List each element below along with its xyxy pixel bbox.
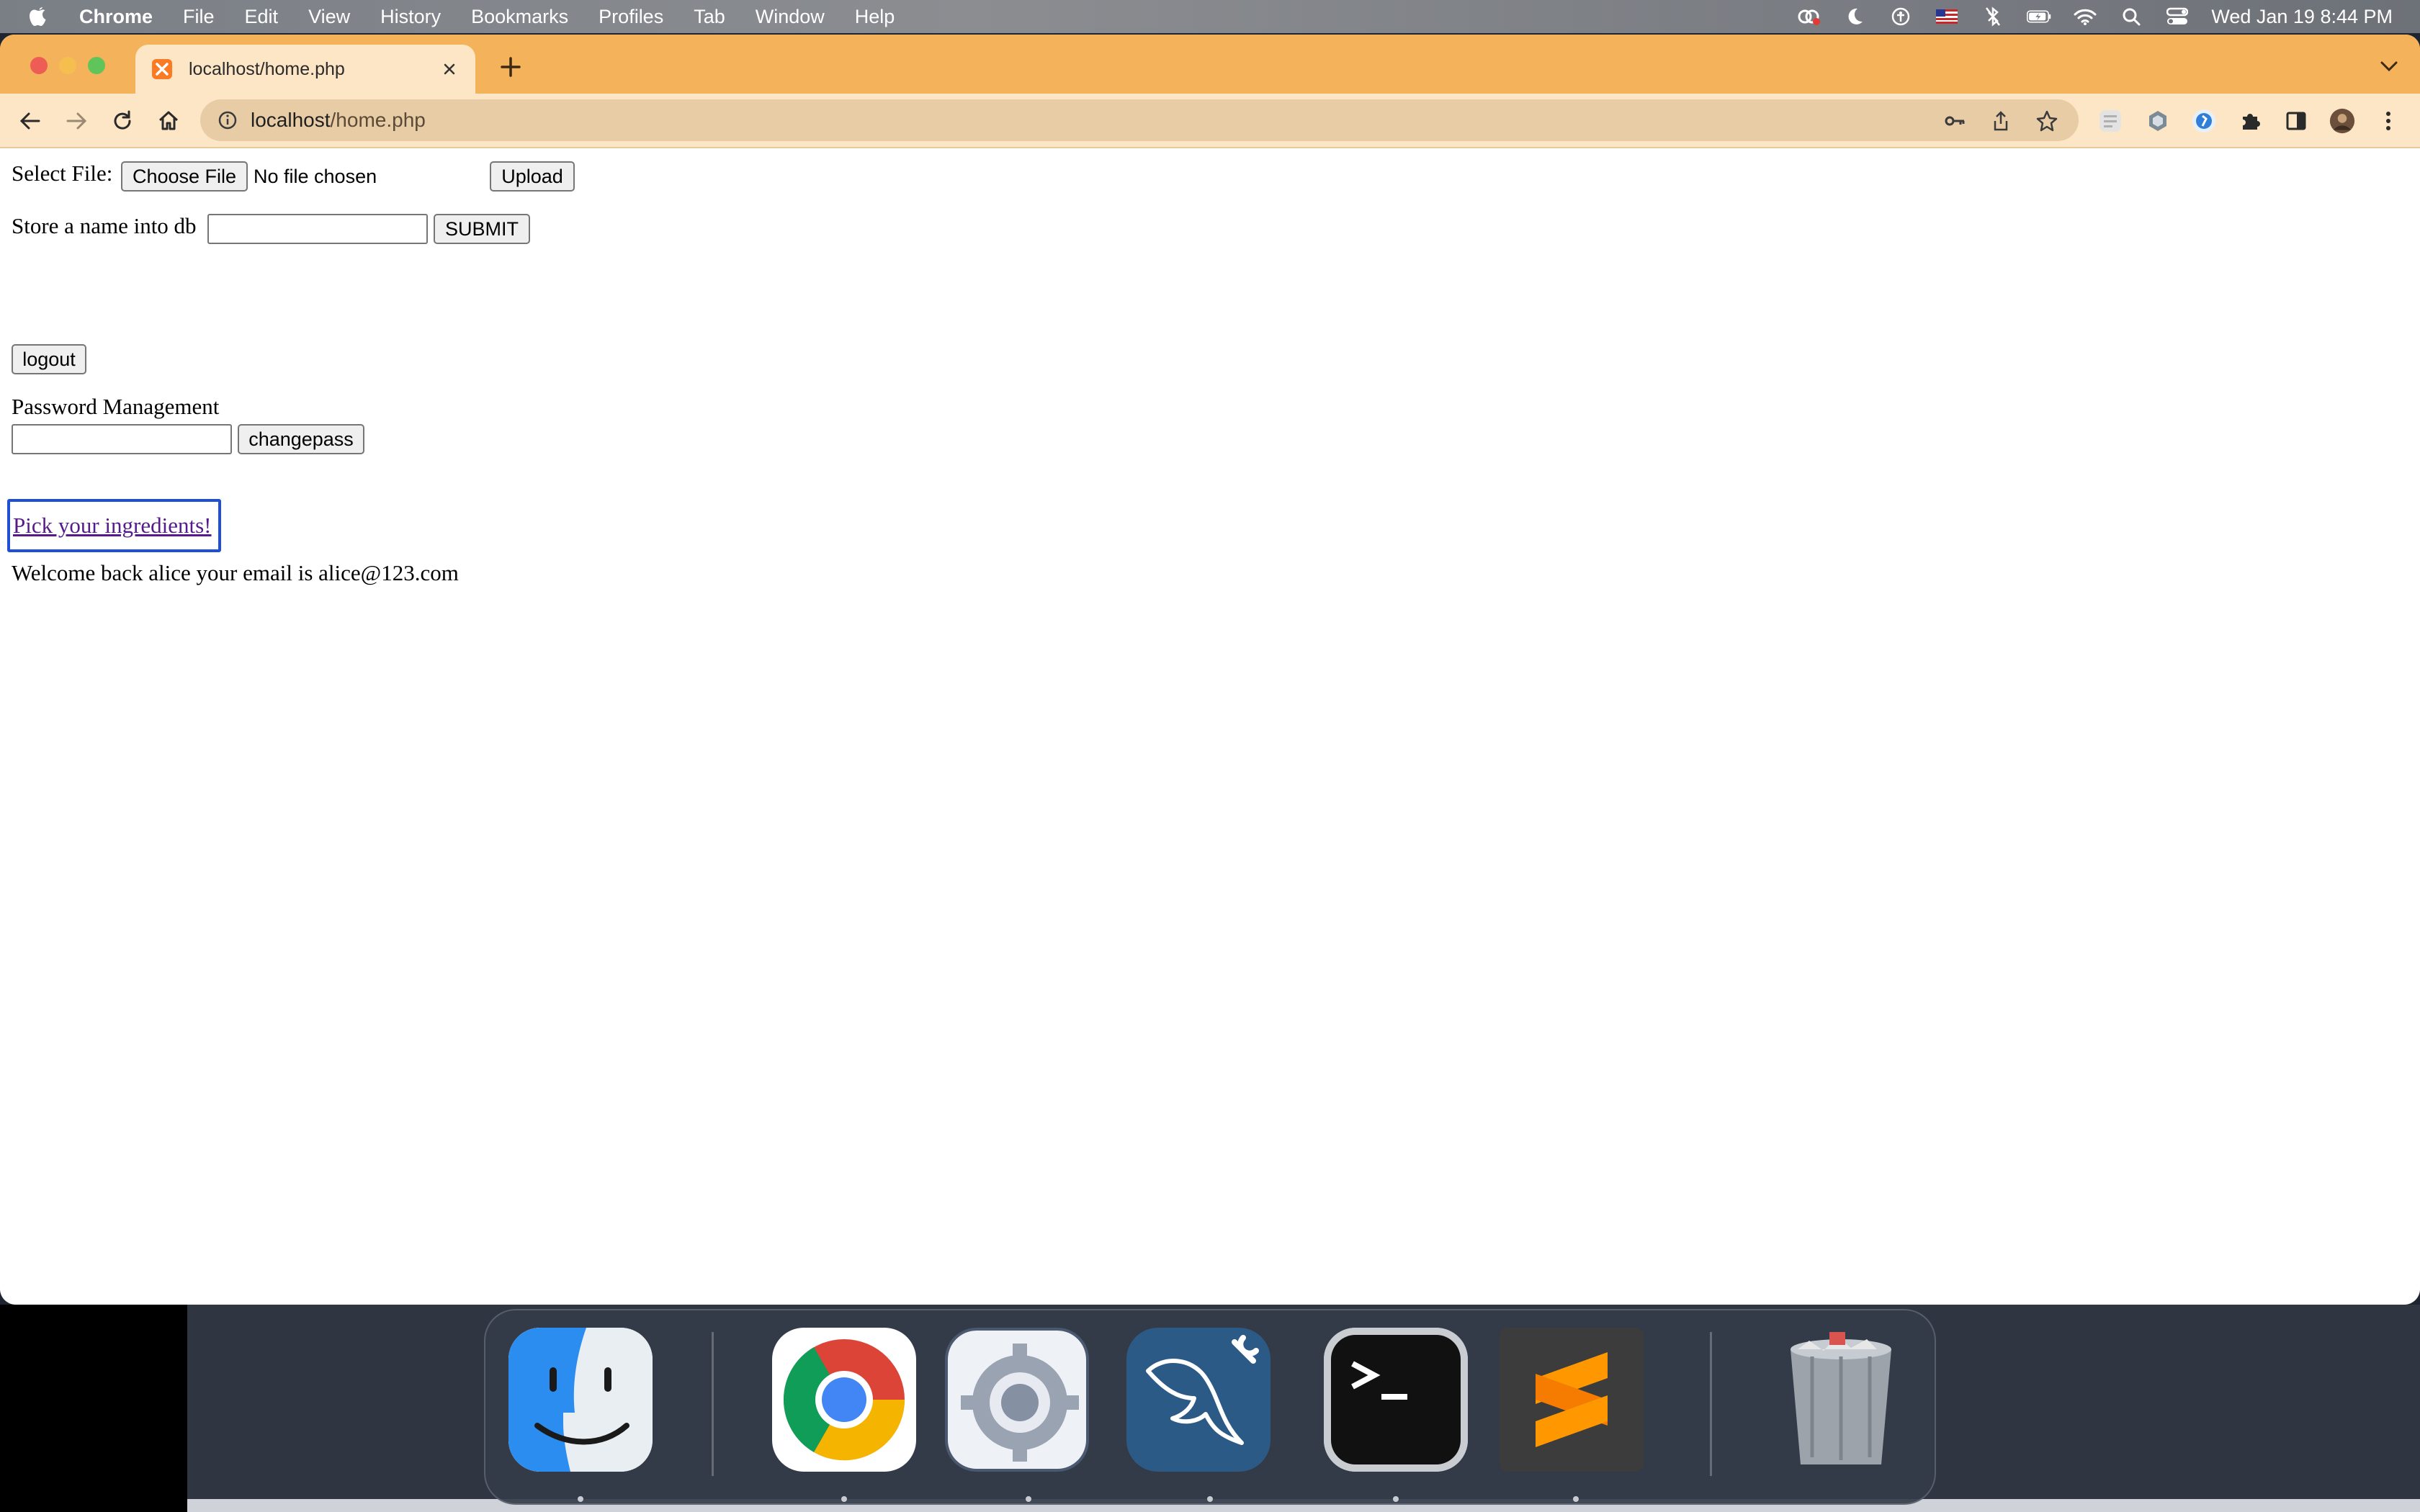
battery-icon[interactable] bbox=[2027, 6, 2051, 27]
home-icon[interactable] bbox=[156, 108, 182, 134]
logout-button[interactable]: logout bbox=[12, 344, 86, 374]
menu-window[interactable]: Window bbox=[756, 6, 825, 28]
site-info-icon[interactable] bbox=[218, 110, 238, 130]
choose-file-button[interactable]: Choose File bbox=[121, 161, 248, 192]
new-password-input[interactable] bbox=[12, 424, 232, 454]
store-name-label: Store a name into db bbox=[12, 213, 197, 238]
menu-tab[interactable]: Tab bbox=[694, 6, 725, 28]
chrome-icon[interactable] bbox=[772, 1328, 916, 1472]
welcome-message: Welcome back alice your email is alice@1… bbox=[12, 560, 459, 585]
chrome-running-indicator bbox=[841, 1496, 847, 1502]
profile-avatar[interactable] bbox=[2329, 108, 2355, 134]
us-flag-icon[interactable] bbox=[1935, 6, 1959, 27]
extension-blue-circle-icon[interactable] bbox=[2191, 108, 2217, 134]
control-center-icon[interactable] bbox=[2165, 6, 2190, 27]
browser-toolbar: localhost/home.php bbox=[0, 94, 2420, 148]
share-icon[interactable] bbox=[1989, 109, 2012, 132]
sublime-text-icon[interactable] bbox=[1500, 1328, 1644, 1472]
creative-cloud-icon[interactable] bbox=[1796, 6, 1821, 27]
status-area: Wed Jan 19 8:44 PM bbox=[1796, 0, 2420, 33]
mysql-workbench-running-indicator bbox=[1207, 1496, 1213, 1502]
url-text[interactable]: localhost/home.php bbox=[251, 109, 426, 132]
menu-file[interactable]: File bbox=[183, 6, 215, 28]
close-window-button[interactable] bbox=[30, 57, 48, 74]
zoom-window-button[interactable] bbox=[88, 57, 105, 74]
url-path: /home.php bbox=[330, 109, 426, 131]
menu-profiles[interactable]: Profiles bbox=[599, 6, 663, 28]
desktop-background bbox=[0, 1305, 187, 1512]
forward-arrow-icon[interactable] bbox=[63, 108, 89, 134]
page-content: Select File: Choose File No file chosen … bbox=[0, 150, 2420, 1305]
accessibility-icon[interactable] bbox=[1888, 6, 1913, 27]
system-preferences-icon[interactable] bbox=[945, 1328, 1089, 1472]
apple-menu-icon[interactable] bbox=[29, 6, 50, 27]
menu-bookmarks[interactable]: Bookmarks bbox=[471, 6, 568, 28]
minimize-window-button[interactable] bbox=[59, 57, 76, 74]
browser-window: localhost/home.php localhost/home.php Se… bbox=[0, 35, 2420, 1305]
menu-chrome[interactable]: Chrome bbox=[79, 6, 153, 28]
mysql-workbench-icon[interactable] bbox=[1126, 1328, 1270, 1472]
upload-button[interactable]: Upload bbox=[490, 161, 575, 192]
chrome-menu-icon[interactable] bbox=[2375, 108, 2401, 134]
tab-title: localhost/home.php bbox=[189, 58, 345, 79]
finder-running-indicator bbox=[578, 1496, 583, 1502]
changepass-button[interactable]: changepass bbox=[238, 424, 364, 454]
back-arrow-icon[interactable] bbox=[17, 108, 43, 134]
system-preferences-running-indicator bbox=[1026, 1496, 1031, 1502]
moon-icon[interactable] bbox=[1842, 6, 1867, 27]
bluetooth-off-icon[interactable] bbox=[1981, 6, 2005, 27]
extension-translate-icon[interactable] bbox=[2097, 108, 2123, 134]
bookmark-star-icon[interactable] bbox=[2035, 109, 2058, 132]
terminal-icon[interactable] bbox=[1324, 1328, 1468, 1472]
extension-shield-icon[interactable] bbox=[2145, 108, 2171, 134]
wifi-icon[interactable] bbox=[2073, 6, 2097, 27]
new-tab-icon[interactable] bbox=[498, 55, 523, 79]
tab-search-chevron-icon[interactable] bbox=[2378, 58, 2400, 75]
trash-icon[interactable] bbox=[1769, 1328, 1913, 1472]
password-key-icon[interactable] bbox=[1943, 109, 1966, 132]
submit-button[interactable]: SUBMIT bbox=[434, 214, 530, 244]
tab-close-icon[interactable] bbox=[439, 59, 460, 79]
dock-separator bbox=[712, 1332, 714, 1476]
menu-help[interactable]: Help bbox=[855, 6, 895, 28]
pick-ingredients-link[interactable]: Pick your ingredients! bbox=[13, 513, 212, 539]
no-file-chosen-text: No file chosen bbox=[254, 166, 377, 187]
menu-history[interactable]: History bbox=[380, 6, 441, 28]
side-panel-icon[interactable] bbox=[2283, 108, 2309, 134]
terminal-running-indicator bbox=[1393, 1496, 1399, 1502]
spotlight-search-icon[interactable] bbox=[2119, 6, 2143, 27]
dock-separator bbox=[1710, 1332, 1712, 1476]
address-bar[interactable]: localhost/home.php bbox=[200, 99, 2079, 141]
finder-icon[interactable] bbox=[508, 1328, 653, 1472]
xampp-favicon-icon bbox=[151, 58, 173, 80]
menu-bar: Chrome File Edit View History Bookmarks … bbox=[0, 0, 2420, 33]
menu-clock[interactable]: Wed Jan 19 8:44 PM bbox=[2211, 6, 2393, 28]
password-management-heading: Password Management bbox=[12, 394, 220, 419]
sublime-running-indicator bbox=[1573, 1496, 1579, 1502]
tab-localhost-home[interactable]: localhost/home.php bbox=[135, 45, 475, 94]
url-host: localhost bbox=[251, 109, 331, 131]
ingredients-link-focus: Pick your ingredients! bbox=[7, 499, 221, 552]
tab-strip: localhost/home.php bbox=[0, 35, 2420, 94]
select-file-label: Select File: bbox=[12, 161, 113, 186]
dock bbox=[484, 1309, 1936, 1505]
name-input[interactable] bbox=[207, 214, 428, 244]
extensions-puzzle-icon[interactable] bbox=[2237, 108, 2263, 134]
reload-icon[interactable] bbox=[109, 108, 135, 134]
menu-view[interactable]: View bbox=[308, 6, 350, 28]
menu-edit[interactable]: Edit bbox=[245, 6, 279, 28]
